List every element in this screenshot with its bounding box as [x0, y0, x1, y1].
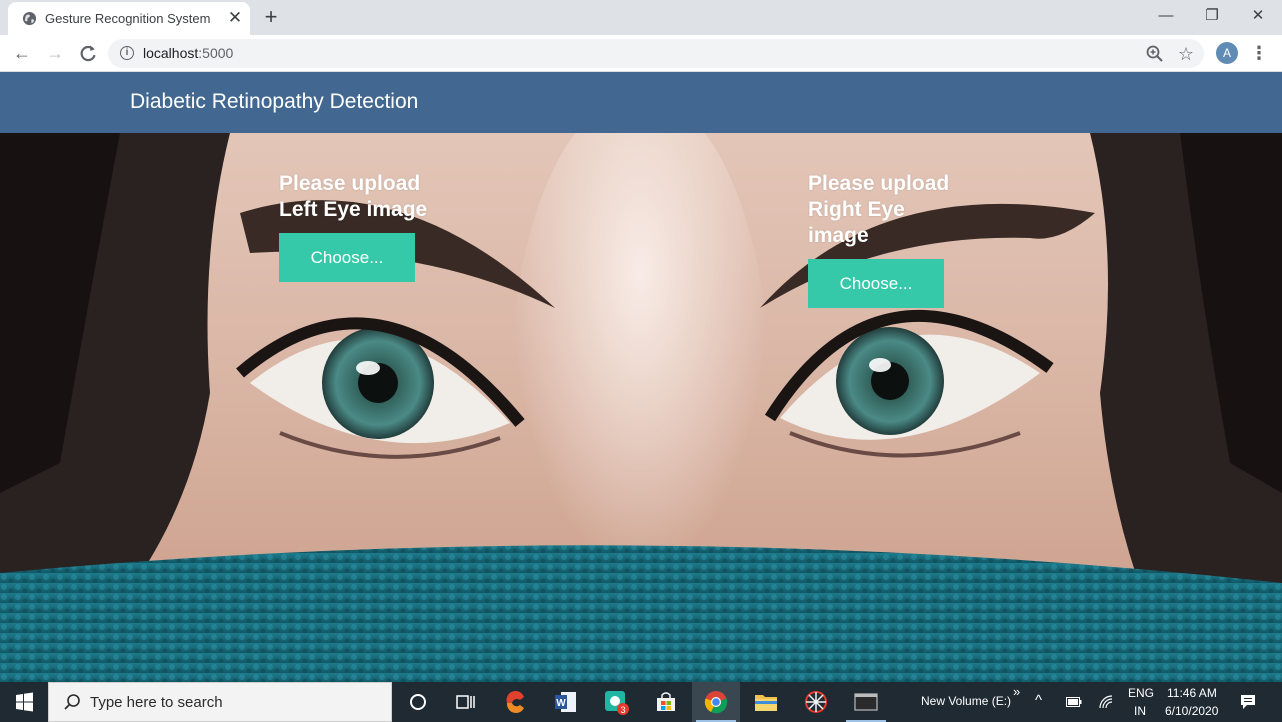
brand-title[interactable]: Diabetic Retinopathy Detection — [130, 90, 418, 114]
left-eye-upload: Please upload Left Eye image Choose... — [279, 171, 439, 282]
right-eye-upload-title: Please upload Right Eye image — [808, 172, 950, 247]
browser-titlebar: Gesture Recognition System ✕ + — ❐ ✕ — [0, 0, 1282, 35]
profile-avatar[interactable]: A — [1216, 42, 1238, 64]
new-tab-button[interactable]: + — [258, 4, 284, 30]
terminal-icon[interactable] — [842, 682, 890, 722]
right-eye-upload: Please upload Right Eye image Choose... — [808, 171, 968, 308]
notification-badge: 3 — [620, 705, 625, 715]
clock-date[interactable]: 6/10/2020 — [1165, 704, 1218, 718]
restore-icon[interactable]: ❐ — [1198, 4, 1226, 28]
language-region[interactable]: IN — [1134, 704, 1146, 718]
reload-icon[interactable] — [76, 42, 100, 66]
language-code[interactable]: ENG — [1128, 686, 1154, 700]
zoom-icon[interactable] — [1144, 43, 1166, 65]
tray-expand-icon[interactable]: ^ — [1035, 692, 1042, 709]
minimize-icon[interactable]: — — [1152, 4, 1180, 28]
taskbar-search-box[interactable]: Type here to search — [48, 682, 392, 722]
wifi-icon[interactable] — [1098, 694, 1114, 710]
task-view-icon[interactable] — [442, 682, 490, 722]
navbar: Diabetic Retinopathy Detection — [0, 72, 1282, 133]
file-explorer-icon[interactable] — [742, 682, 790, 722]
overflow-chevron[interactable]: » — [1013, 684, 1020, 699]
forward-arrow-icon[interactable]: → — [43, 41, 67, 65]
notifications-icon[interactable] — [1240, 694, 1256, 710]
back-arrow-icon[interactable]: ← — [10, 41, 34, 65]
ccleaner-icon[interactable] — [492, 682, 540, 722]
word-icon[interactable]: W — [542, 682, 590, 722]
web-page: Diabetic Retinopathy Detection Please up… — [0, 72, 1282, 682]
battery-icon[interactable] — [1066, 696, 1082, 708]
browser-toolbar: ← → i localhost:5000 ☆ A ⋮ — [0, 35, 1282, 72]
network-app-icon[interactable] — [792, 682, 840, 722]
url-text: localhost:5000 — [143, 45, 234, 61]
browser-tab[interactable]: Gesture Recognition System ✕ — [8, 2, 250, 35]
window-close-icon[interactable]: ✕ — [1244, 4, 1272, 28]
tab-title: Gesture Recognition System — [45, 11, 211, 26]
hero-section: Please upload Left Eye image Choose... P… — [0, 133, 1282, 682]
kebab-menu-icon[interactable]: ⋮ — [1250, 41, 1268, 65]
address-bar[interactable]: i localhost:5000 ☆ — [108, 39, 1204, 68]
windows-taskbar: Type here to search W 3 New Volume (E:) … — [0, 682, 1282, 722]
globe-icon — [22, 11, 37, 26]
messaging-app-icon[interactable]: 3 — [592, 682, 640, 722]
svg-text:W: W — [556, 698, 566, 709]
info-icon[interactable]: i — [120, 46, 134, 60]
search-icon — [64, 694, 80, 710]
cortana-icon[interactable] — [394, 682, 442, 722]
eyes-background-image — [0, 133, 1282, 682]
store-icon[interactable] — [642, 682, 690, 722]
right-eye-choose-button[interactable]: Choose... — [808, 259, 944, 308]
drive-label[interactable]: New Volume (E:) — [921, 694, 1011, 708]
tab-close-icon[interactable]: ✕ — [226, 7, 244, 29]
search-placeholder: Type here to search — [90, 694, 223, 711]
bookmark-star-icon[interactable]: ☆ — [1175, 43, 1197, 65]
left-eye-choose-button[interactable]: Choose... — [279, 233, 415, 282]
left-eye-upload-title: Please upload Left Eye image — [279, 172, 428, 221]
clock-time[interactable]: 11:46 AM — [1167, 686, 1217, 700]
windows-start-icon[interactable] — [0, 682, 48, 722]
chrome-icon[interactable] — [692, 682, 740, 722]
